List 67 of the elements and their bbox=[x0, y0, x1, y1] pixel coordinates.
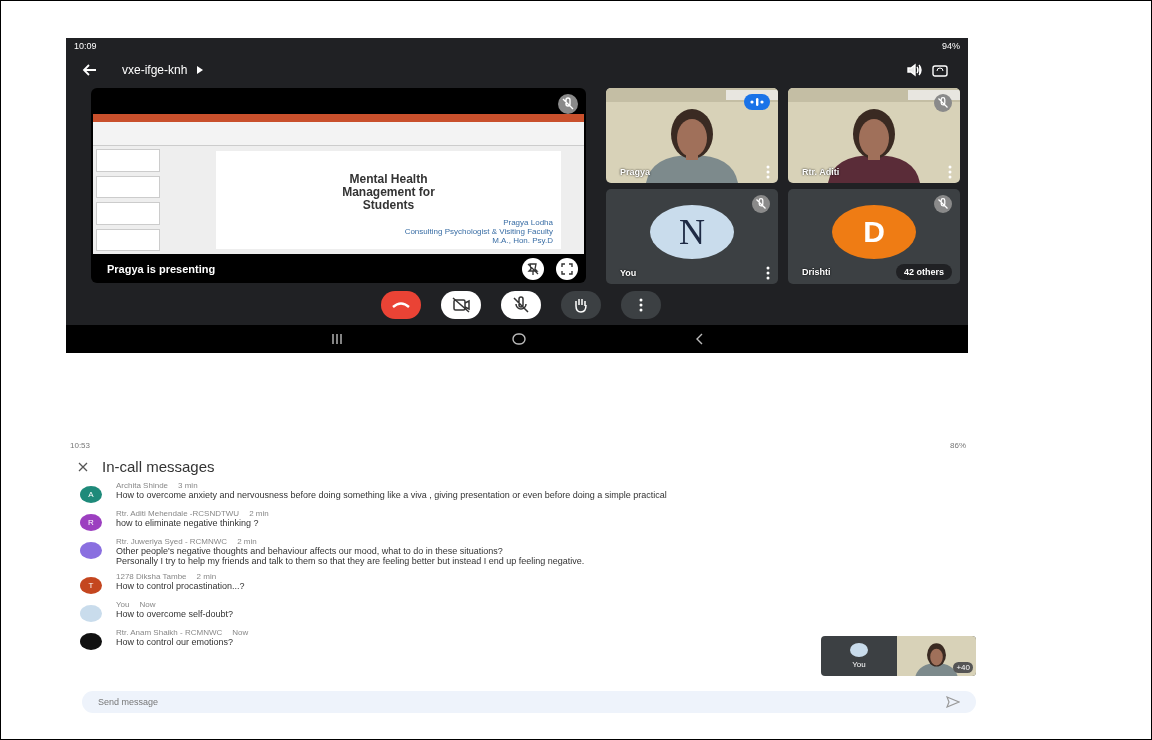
more-button[interactable] bbox=[621, 291, 661, 319]
sender-name: You bbox=[116, 600, 130, 609]
more-icon[interactable] bbox=[766, 266, 770, 280]
message-text: Personally I try to help my friends and talk to them so that they are feeling better but instead I end up feeling negative. bbox=[116, 556, 585, 566]
picture-in-picture-window[interactable]: You +40 bbox=[821, 636, 976, 676]
slide-subtitle: Consulting Psychologist & Visiting Faculty bbox=[404, 227, 553, 236]
slide-thumbnail[interactable] bbox=[96, 228, 160, 251]
participant-tile[interactable]: D Drishti 42 others bbox=[788, 189, 960, 284]
mic-off-icon bbox=[558, 94, 578, 114]
status-time: 10:09 bbox=[74, 41, 97, 53]
speaker-icon[interactable] bbox=[906, 62, 922, 78]
participant-name: You bbox=[852, 660, 866, 669]
participant-name: Pragya bbox=[620, 167, 651, 177]
switch-camera-icon[interactable] bbox=[932, 62, 948, 78]
message-time: Now bbox=[139, 600, 156, 609]
avatar-letter: N bbox=[679, 210, 705, 253]
avatar-letter: D bbox=[863, 214, 885, 249]
recent-apps-icon[interactable] bbox=[330, 334, 343, 344]
back-nav-icon[interactable] bbox=[695, 333, 704, 345]
slide-subtitle: M.A., Hon. Psy.D bbox=[492, 236, 553, 245]
sender-name: Archita Shinde bbox=[116, 481, 169, 490]
message-text: Other people's negative thoughts and behaviour affects our mood, what to do in these situations? bbox=[116, 546, 504, 556]
others-count[interactable]: 42 others bbox=[895, 264, 952, 280]
message-time: 2 min bbox=[237, 537, 257, 546]
slide-subtitle: Pragya Lodha bbox=[503, 218, 553, 227]
participant-name: You bbox=[620, 268, 637, 278]
end-call-button[interactable] bbox=[381, 291, 421, 319]
avatar bbox=[850, 643, 868, 657]
camera-off-button[interactable] bbox=[441, 291, 481, 319]
battery-level: 86% bbox=[950, 441, 966, 450]
participant-name: Drishti bbox=[802, 267, 831, 277]
sender-name: Rtr. Juweriya Syed - RCMNWC bbox=[116, 537, 228, 546]
presenter-caption: Pragya is presenting bbox=[107, 263, 216, 275]
message-time: Now bbox=[232, 628, 249, 637]
slide-thumbnail[interactable] bbox=[96, 202, 160, 225]
slide-thumbnail[interactable] bbox=[96, 149, 160, 172]
message-text: How to control procastination...? bbox=[116, 581, 245, 591]
battery-level: 94% bbox=[942, 41, 960, 53]
home-icon[interactable] bbox=[512, 333, 526, 345]
avatar-letter: T bbox=[88, 581, 94, 590]
message-time: 2 min bbox=[196, 572, 217, 581]
caret-icon bbox=[197, 66, 204, 74]
sender-name: 1278 Diksha Tambe bbox=[116, 572, 187, 581]
avatar-letter: R bbox=[88, 518, 94, 527]
message-text: How to overcome self-doubt? bbox=[116, 609, 234, 619]
close-icon[interactable] bbox=[78, 461, 88, 472]
fullscreen-icon[interactable] bbox=[556, 258, 578, 280]
back-icon[interactable] bbox=[82, 62, 98, 78]
others-count: +40 bbox=[953, 662, 973, 673]
message-text: how to eliminate negative thinking ? bbox=[116, 518, 260, 528]
status-time: 10:53 bbox=[70, 441, 91, 450]
slide-thumbnail[interactable] bbox=[96, 175, 160, 198]
sender-name: Rtr. Aditi Mehendale -RCSNDTWU bbox=[116, 509, 240, 518]
meeting-code[interactable]: vxe-ifge-knh bbox=[122, 63, 188, 77]
message-text: How to overcome anxiety and nervousness before doing something like a viva , giving presentation or even before doing a simple practical bbox=[116, 490, 667, 500]
message-time: 2 min bbox=[249, 509, 269, 518]
avatar-letter: A bbox=[88, 490, 94, 499]
message-text: How to control our emotions? bbox=[116, 637, 235, 647]
pin-icon[interactable] bbox=[522, 258, 544, 280]
participant-tile[interactable]: N You bbox=[606, 189, 778, 284]
message-input[interactable]: Send message bbox=[82, 691, 976, 713]
raise-hand-button[interactable] bbox=[561, 291, 601, 319]
message-time: 3 min bbox=[178, 481, 198, 490]
sender-name: Rtr. Anam Shaikh - RCMNWC bbox=[116, 628, 223, 637]
slide-title: Mental Health Management for Students bbox=[341, 173, 436, 212]
mic-off-button[interactable] bbox=[501, 291, 541, 319]
chat-title: In-call messages bbox=[102, 458, 215, 475]
